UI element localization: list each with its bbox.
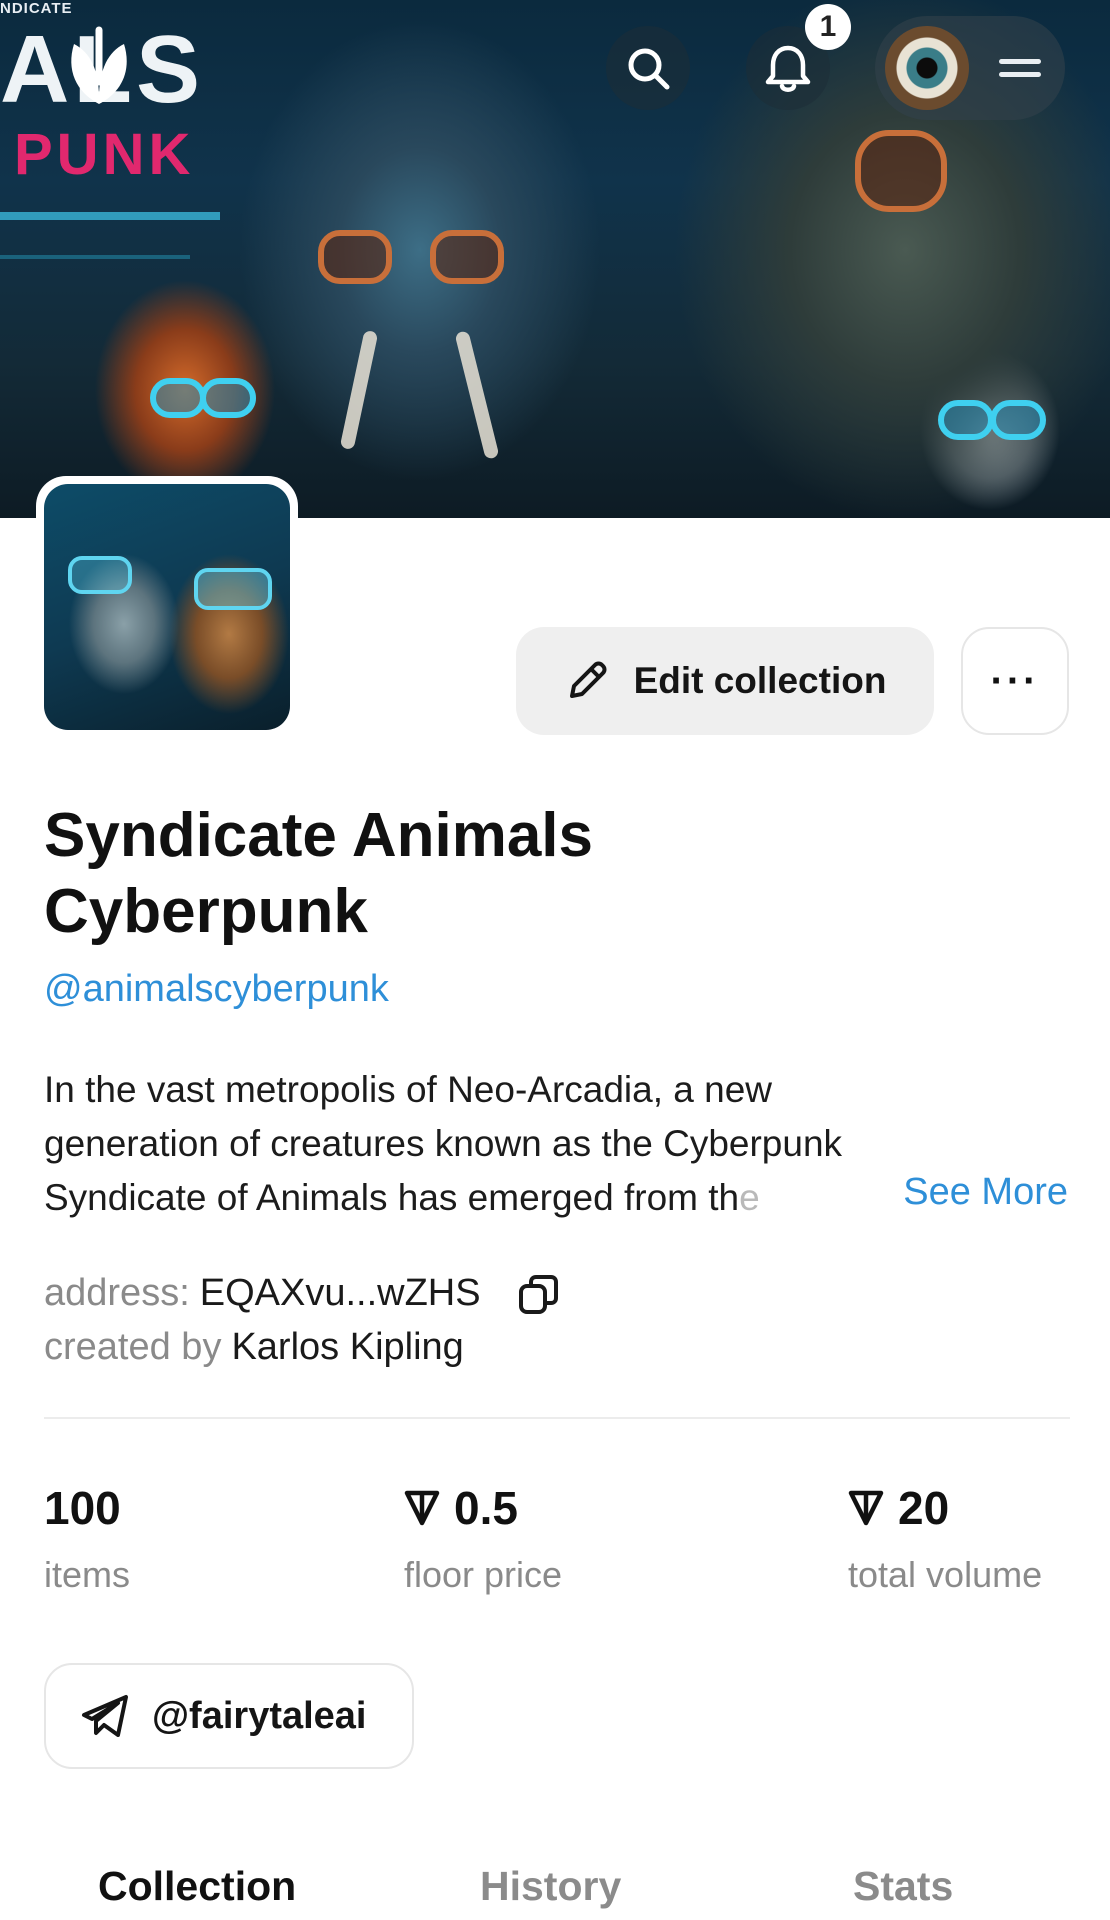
notification-count-badge: 1 — [805, 4, 851, 50]
menu-icon — [999, 51, 1041, 85]
profile-menu-button[interactable] — [875, 16, 1065, 120]
banner-decoration — [990, 400, 1046, 440]
ton-currency-icon — [404, 1490, 440, 1526]
stat-value: 0.5 — [454, 1482, 518, 1534]
edit-collection-button[interactable]: Edit collection — [516, 627, 934, 735]
collection-title-line: Syndicate Animals — [44, 801, 594, 870]
stat-value: 100 — [44, 1482, 121, 1534]
more-options-icon: ··· — [990, 658, 1040, 703]
telegram-link-button[interactable]: @fairytaleai — [44, 1663, 414, 1769]
creator-label: created by — [44, 1326, 222, 1368]
banner-decoration — [150, 378, 206, 418]
stat-label: floor price — [404, 1554, 563, 1595]
banner-decoration — [430, 230, 504, 284]
description-line: In the vast metropolis of Neo-Arcadia, a… — [44, 1069, 773, 1110]
collection-avatar — [36, 476, 298, 738]
see-more-link[interactable]: See More — [899, 1171, 1068, 1214]
address-label: address: — [44, 1272, 190, 1314]
collection-avatar-image — [44, 484, 290, 730]
address-row: address: EQAXvu...wZHS — [44, 1266, 561, 1320]
copy-icon[interactable] — [517, 1273, 561, 1317]
avatar[interactable] — [885, 26, 969, 110]
banner-decoration — [318, 230, 392, 284]
address-value: EQAXvu...wZHS — [199, 1272, 481, 1314]
search-button[interactable] — [606, 26, 690, 110]
pencil-icon — [569, 661, 607, 698]
stat-value: 20 — [898, 1482, 950, 1534]
edit-collection-label: Edit collection — [633, 660, 887, 701]
telegram-handle: @fairytaleai — [152, 1694, 367, 1737]
description-line: generation of creatures known as the Cyb… — [44, 1123, 843, 1164]
banner-wordmark-sub: PUNK — [14, 122, 195, 187]
tab-collection[interactable]: Collection — [98, 1863, 296, 1910]
avatar-decoration — [194, 568, 272, 610]
creator-name-link[interactable]: Karlos Kipling — [231, 1326, 463, 1368]
divider — [44, 1417, 1070, 1419]
description-text: Syndicate of Animals has emerged from th — [44, 1177, 740, 1218]
description-fade: e — [739, 1177, 760, 1218]
avatar-decoration — [68, 556, 132, 594]
tab-history[interactable]: History — [480, 1863, 621, 1910]
telegram-icon — [82, 1695, 128, 1737]
collection-handle-link[interactable]: @animalscyberpunk — [44, 968, 389, 1011]
more-options-button[interactable]: ··· — [961, 627, 1069, 735]
stat-label: items — [44, 1554, 131, 1595]
banner-decoration — [855, 130, 947, 212]
banner-decoration — [200, 378, 256, 418]
stat-label: total volume — [848, 1554, 1043, 1595]
stat-floor-price: 0.5 floor price — [404, 1480, 562, 1596]
collection-title-line: Cyberpunk — [44, 877, 368, 946]
collection-title: Syndicate Animals Cyberpunk — [44, 798, 844, 950]
banner-decoration — [339, 329, 379, 451]
banner-decoration — [454, 330, 500, 460]
creator-row: created by Karlos Kipling — [44, 1320, 464, 1374]
stat-items: 100 items — [44, 1480, 130, 1596]
search-icon — [628, 48, 670, 90]
banner-decoration — [0, 212, 220, 220]
bell-icon — [765, 45, 811, 92]
app-logo-icon[interactable] — [56, 22, 142, 108]
banner-decoration — [0, 255, 190, 259]
ton-currency-icon — [848, 1490, 884, 1526]
banner-wordmark-top: NDICATE — [0, 0, 73, 17]
banner-decoration — [938, 400, 994, 440]
tab-stats[interactable]: Stats — [853, 1863, 953, 1910]
stat-total-volume: 20 total volume — [848, 1480, 1042, 1596]
